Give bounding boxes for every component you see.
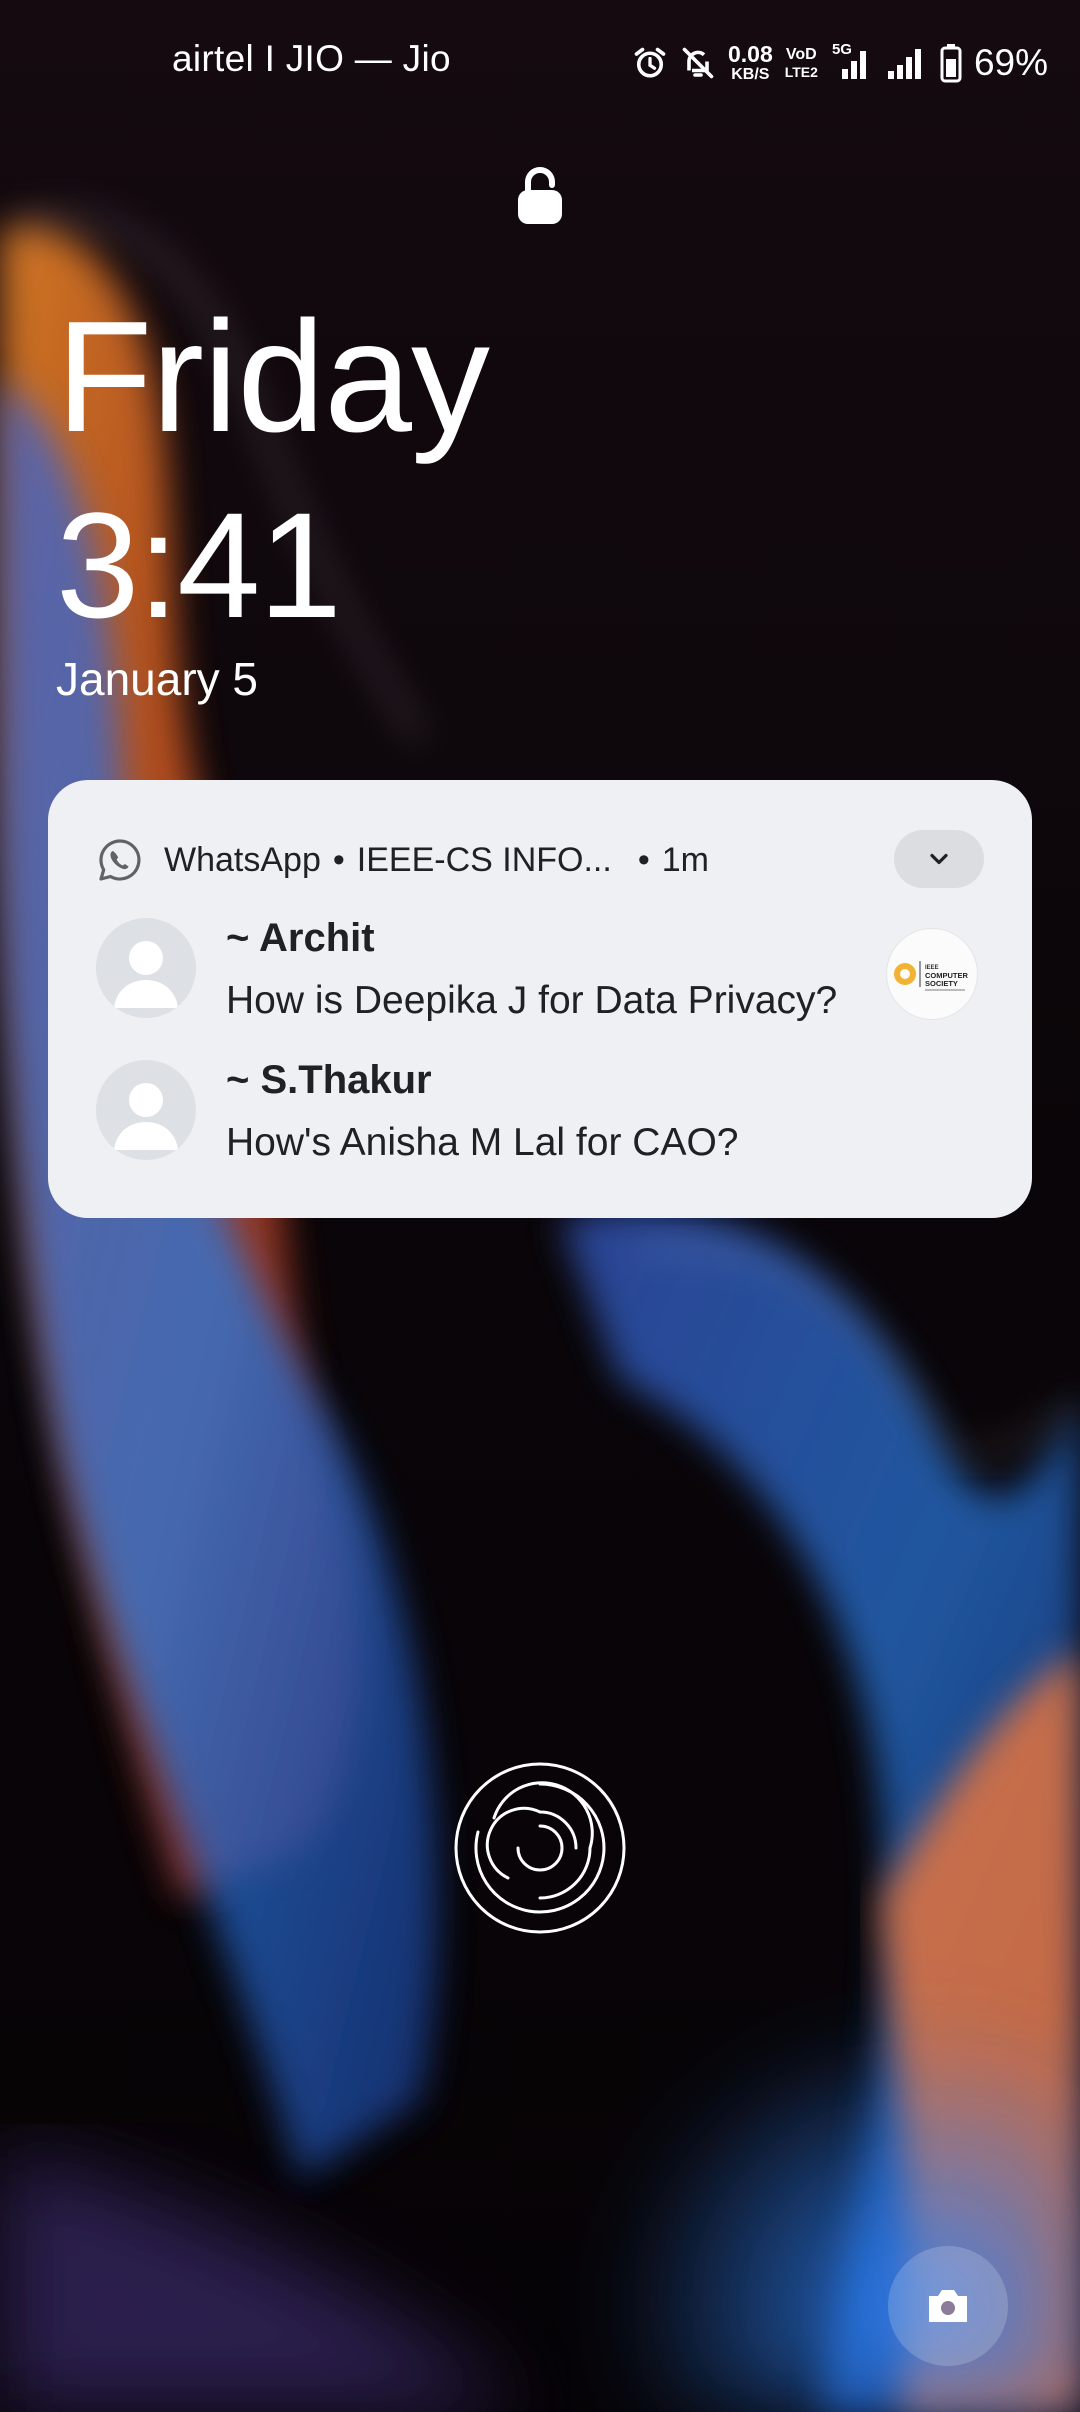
volte-top: VoD — [785, 46, 817, 63]
lock-icon — [512, 164, 568, 231]
message-item: ~ S.Thakur How's Anisha M Lal for CAO? — [96, 1058, 739, 1165]
header-separator: • — [637, 840, 650, 879]
status-icons: 0.08 KB/S VoD LTE2 5G 69% — [632, 36, 1048, 90]
volte-indicator: VoD LTE2 — [784, 46, 818, 80]
notification-time: 1m — [661, 840, 709, 879]
chevron-down-icon — [930, 853, 948, 865]
battery-percent: 69% — [973, 42, 1048, 83]
alarm-icon — [632, 45, 668, 81]
message-text: How is Deepika J for Data Privacy? — [226, 979, 838, 1022]
camera-button[interactable] — [888, 2246, 1008, 2366]
message-sender: ~ S.Thakur — [226, 1058, 432, 1102]
camera-icon — [929, 2290, 967, 2322]
signal-icon: 5G — [830, 41, 874, 83]
message-text: How's Anisha M Lal for CAO? — [226, 1121, 739, 1164]
network-speed: 0.08 KB/S — [728, 43, 773, 83]
fingerprint-icon[interactable] — [452, 1760, 628, 1936]
lockscreen-day: Friday — [56, 289, 490, 465]
battery-icon — [940, 43, 962, 83]
notification-group-name: IEEE-CS INFO... — [356, 840, 612, 879]
mute-icon — [680, 45, 716, 81]
notification-header: WhatsApp • IEEE-CS INFO... • 1m — [96, 830, 984, 888]
volte-bottom: LTE2 — [784, 64, 818, 80]
whatsapp-icon — [96, 836, 144, 884]
notification-app-name: WhatsApp — [164, 840, 321, 879]
lockscreen-time: 3:41 — [56, 481, 342, 649]
header-separator: • — [332, 840, 345, 879]
expand-button[interactable] — [894, 830, 984, 888]
network-speed-unit: KB/S — [731, 66, 770, 83]
svg-text:SOCIETY: SOCIETY — [925, 979, 958, 988]
avatar — [96, 918, 196, 1018]
ieee-cs-logo: IEEE COMPUTER SOCIETY — [886, 928, 978, 1020]
carrier-name: airtel I JIO — Jio — [172, 38, 451, 79]
message-sender: ~ Archit — [226, 916, 375, 960]
lockscreen-date: January 5 — [56, 653, 259, 705]
signal-icon — [886, 43, 928, 83]
message-item: ~ Archit How is Deepika J for Data Priva… — [96, 916, 838, 1023]
whatsapp-notification[interactable]: WhatsApp • IEEE-CS INFO... • 1m IEEE COM… — [48, 780, 1032, 1218]
network-speed-value: 0.08 — [727, 41, 773, 67]
avatar — [96, 1060, 196, 1160]
